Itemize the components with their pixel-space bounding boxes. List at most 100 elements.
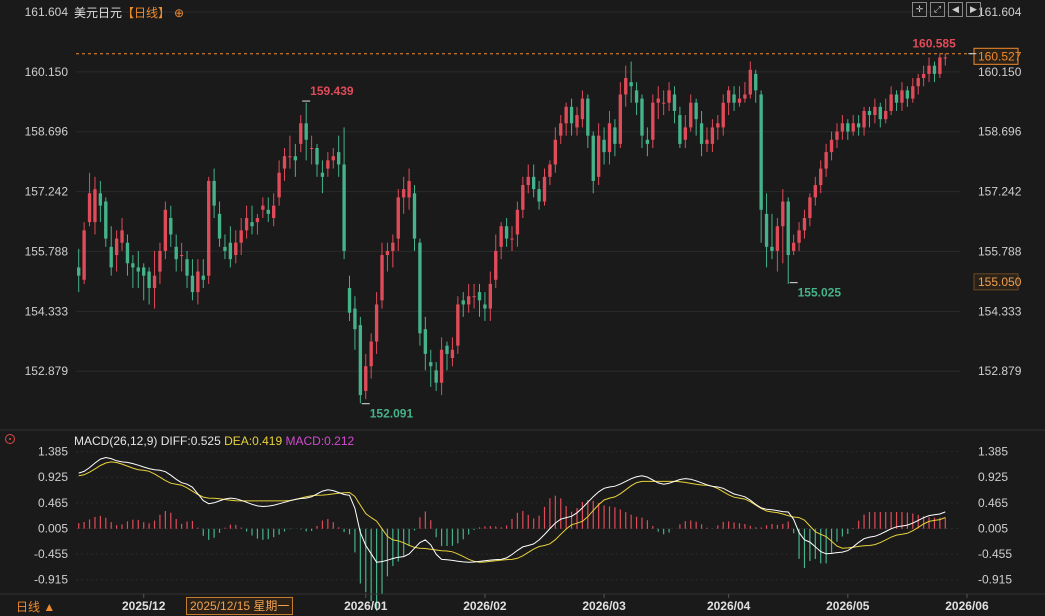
- candle-body: [575, 115, 579, 128]
- diff-line: [78, 456, 946, 563]
- period-selector[interactable]: 日线 ▲: [16, 598, 55, 615]
- candle: [856, 115, 861, 136]
- candle: [775, 218, 780, 272]
- candle: [569, 98, 574, 136]
- candle: [683, 115, 687, 148]
- candle-body: [629, 82, 633, 87]
- candle: [466, 283, 471, 313]
- candle-body: [526, 176, 530, 186]
- candle-body: [488, 283, 493, 309]
- candle-body: [320, 172, 325, 177]
- candle-body: [840, 123, 845, 132]
- candle: [434, 362, 438, 391]
- candle-body: [266, 209, 270, 214]
- candle-body: [932, 65, 937, 74]
- candle-body: [174, 246, 178, 260]
- candle: [450, 337, 455, 367]
- candle: [808, 193, 812, 227]
- candle: [791, 234, 796, 256]
- candle-body: [439, 349, 444, 383]
- annotation-label: 159.439: [310, 84, 354, 98]
- expand-icon[interactable]: ⤢: [930, 2, 945, 17]
- candle: [943, 53, 947, 66]
- candle: [559, 115, 563, 144]
- candle: [439, 337, 444, 396]
- candle: [185, 250, 189, 288]
- toolbar: ✛ ⤢ ◀ ▶: [912, 2, 981, 17]
- candle: [456, 296, 460, 354]
- x-tick-label: 2025/12: [122, 599, 166, 613]
- candle: [716, 115, 720, 140]
- indicator-settings-icon[interactable]: [5, 434, 15, 444]
- candle-body: [277, 172, 281, 198]
- candle-body: [548, 164, 552, 177]
- candle-body: [412, 193, 417, 239]
- x-tick-label: 2026/04: [707, 599, 751, 613]
- candle-body: [125, 242, 130, 264]
- candle-body: [163, 209, 168, 251]
- candle: [618, 82, 623, 148]
- candle: [109, 226, 113, 276]
- candle-body: [878, 106, 882, 120]
- candle: [152, 250, 157, 309]
- candle: [82, 222, 86, 284]
- prev-icon[interactable]: ◀: [948, 2, 963, 17]
- x-tick-label: 2026/05: [826, 599, 870, 613]
- y-tick-label: 161.604: [25, 5, 69, 19]
- candle-body: [613, 127, 617, 144]
- candle: [748, 61, 752, 99]
- plus-circle-icon[interactable]: ⊕: [174, 6, 184, 20]
- candle: [299, 115, 303, 153]
- annotation-label: 155.025: [798, 286, 842, 300]
- candle: [347, 275, 352, 321]
- candle-body: [938, 57, 942, 74]
- candle: [726, 86, 731, 116]
- candle: [840, 115, 845, 140]
- annotation-label: 160.585: [912, 37, 956, 51]
- x-axis: 2025/12 2026/01 2026/02 2026/03 2026/04 2026/…: [0, 593, 1045, 613]
- candle-body: [353, 308, 357, 330]
- candle-body: [873, 106, 877, 116]
- candle-body: [862, 110, 866, 128]
- candle-body: [423, 329, 428, 354]
- candle-body: [299, 123, 303, 144]
- macd-lines: [78, 456, 946, 563]
- candle: [445, 341, 449, 371]
- candle: [98, 180, 103, 223]
- candle-body: [542, 176, 547, 202]
- candle: [759, 90, 763, 243]
- candle-body: [607, 123, 612, 153]
- candle-body: [586, 98, 590, 136]
- candle: [754, 69, 758, 103]
- crosshair-icon[interactable]: ✛: [912, 2, 927, 17]
- chart-canvas[interactable]: 160.527 155.050 159.439 152.091 155.025 160.5…: [0, 0, 1045, 616]
- candle: [499, 222, 503, 260]
- candle: [672, 86, 677, 124]
- candle-body: [196, 271, 200, 293]
- candle-body: [207, 180, 211, 276]
- candle: [488, 271, 493, 321]
- timeframe-label[interactable]: 【日线】: [122, 6, 170, 20]
- candle: [337, 135, 341, 177]
- candle-body: [651, 102, 655, 140]
- candle: [131, 255, 135, 288]
- candle-body: [656, 98, 660, 103]
- y-tick-label: 154.333: [978, 304, 1022, 318]
- candle: [288, 135, 292, 169]
- next-icon[interactable]: ▶: [966, 2, 981, 17]
- candle: [272, 193, 276, 227]
- candle-body: [846, 123, 850, 132]
- candle-body: [396, 197, 400, 239]
- candle-body: [342, 164, 346, 251]
- candle-body: [618, 94, 623, 144]
- candle-body: [808, 197, 812, 218]
- candle: [938, 53, 942, 78]
- candle-body: [261, 205, 265, 210]
- candle: [320, 160, 325, 194]
- candle: [932, 61, 937, 83]
- y-tick-label: 157.242: [25, 185, 69, 199]
- annotation-label: 152.091: [370, 407, 414, 421]
- candle-body: [781, 201, 785, 227]
- candle: [927, 57, 931, 83]
- candle-body: [190, 275, 195, 293]
